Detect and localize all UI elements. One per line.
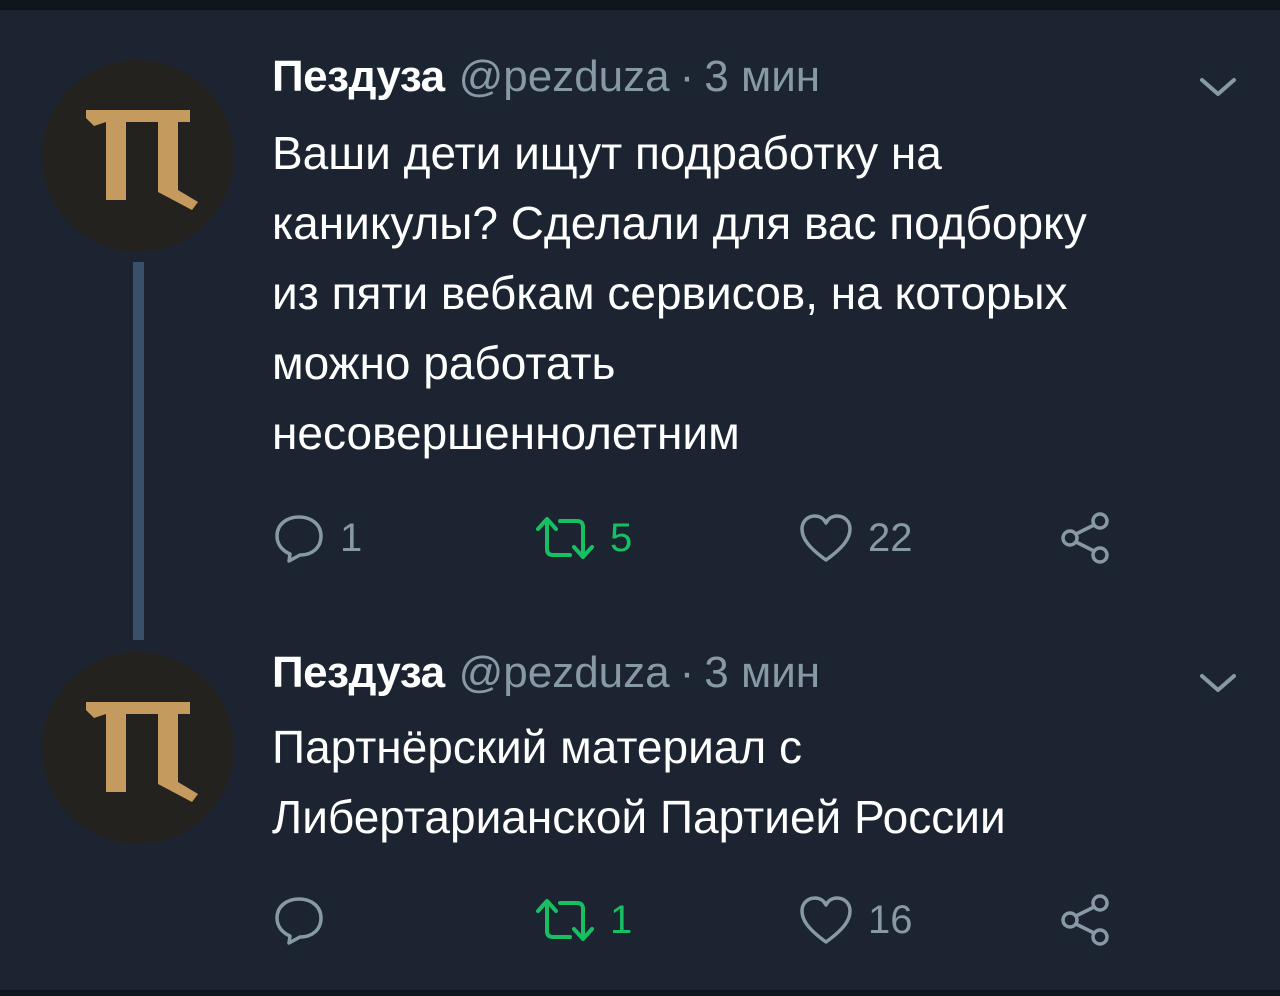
like-count: 16 [868, 897, 913, 942]
retweet-button[interactable]: 1 [534, 890, 632, 950]
reply-button[interactable] [272, 890, 340, 950]
retweet-count: 5 [610, 515, 633, 560]
tweet-text: Ваши дети ищут подработку на каникулы? С… [272, 127, 1087, 459]
separator-dot: · [679, 52, 695, 101]
reply-bubble-icon [275, 897, 323, 945]
heart-icon [800, 514, 852, 562]
chevron-down-icon [1200, 78, 1236, 96]
bottom-border [0, 990, 1280, 996]
tweet-text: Партнёрский материал с Либертарианской П… [272, 721, 1006, 843]
tweet-actions: 1 5 22 [272, 508, 1172, 568]
tweet-actions: 1 16 [272, 890, 1172, 950]
reply-bubble-icon [275, 515, 323, 563]
retweet-count: 1 [610, 897, 633, 942]
tweet-header: Пездуза @pezduza · 3 мин [272, 52, 820, 108]
retweet-icon [536, 899, 594, 941]
retweet-icon [536, 517, 594, 559]
heart-icon [800, 896, 852, 944]
chevron-down-icon [1200, 674, 1236, 692]
separator-dot: · [679, 648, 695, 697]
reply-count: 1 [340, 515, 363, 560]
pezduza-logo-icon [86, 702, 198, 802]
tweet-2[interactable]: Пездуза @pezduza · 3 мин Партнёрский мат… [0, 640, 1280, 990]
share-icon [1061, 512, 1109, 564]
like-button[interactable]: 16 [798, 890, 913, 950]
tweet-1[interactable]: Пездуза @pezduza · 3 мин Ваши дети ищут … [0, 0, 1280, 640]
avatar[interactable] [42, 652, 234, 844]
avatar[interactable] [42, 60, 234, 252]
share-button[interactable] [1058, 890, 1114, 950]
timestamp[interactable]: 3 мин [704, 648, 820, 698]
author-name[interactable]: Пездуза [272, 52, 445, 102]
reply-button[interactable]: 1 [272, 508, 362, 568]
tweet-menu-button[interactable] [1196, 668, 1240, 698]
timestamp[interactable]: 3 мин [704, 52, 820, 102]
share-icon [1061, 894, 1109, 946]
retweet-button[interactable]: 5 [534, 508, 632, 568]
pezduza-logo-icon [86, 110, 198, 210]
author-handle[interactable]: @pezduza [459, 52, 670, 102]
tweet-menu-button[interactable] [1196, 72, 1240, 102]
share-button[interactable] [1058, 508, 1114, 568]
like-button[interactable]: 22 [798, 508, 913, 568]
tweet-header: Пездуза @pezduza · 3 мин [272, 648, 820, 704]
like-count: 22 [868, 515, 913, 560]
author-handle[interactable]: @pezduza [459, 648, 670, 698]
author-name[interactable]: Пездуза [272, 648, 445, 698]
